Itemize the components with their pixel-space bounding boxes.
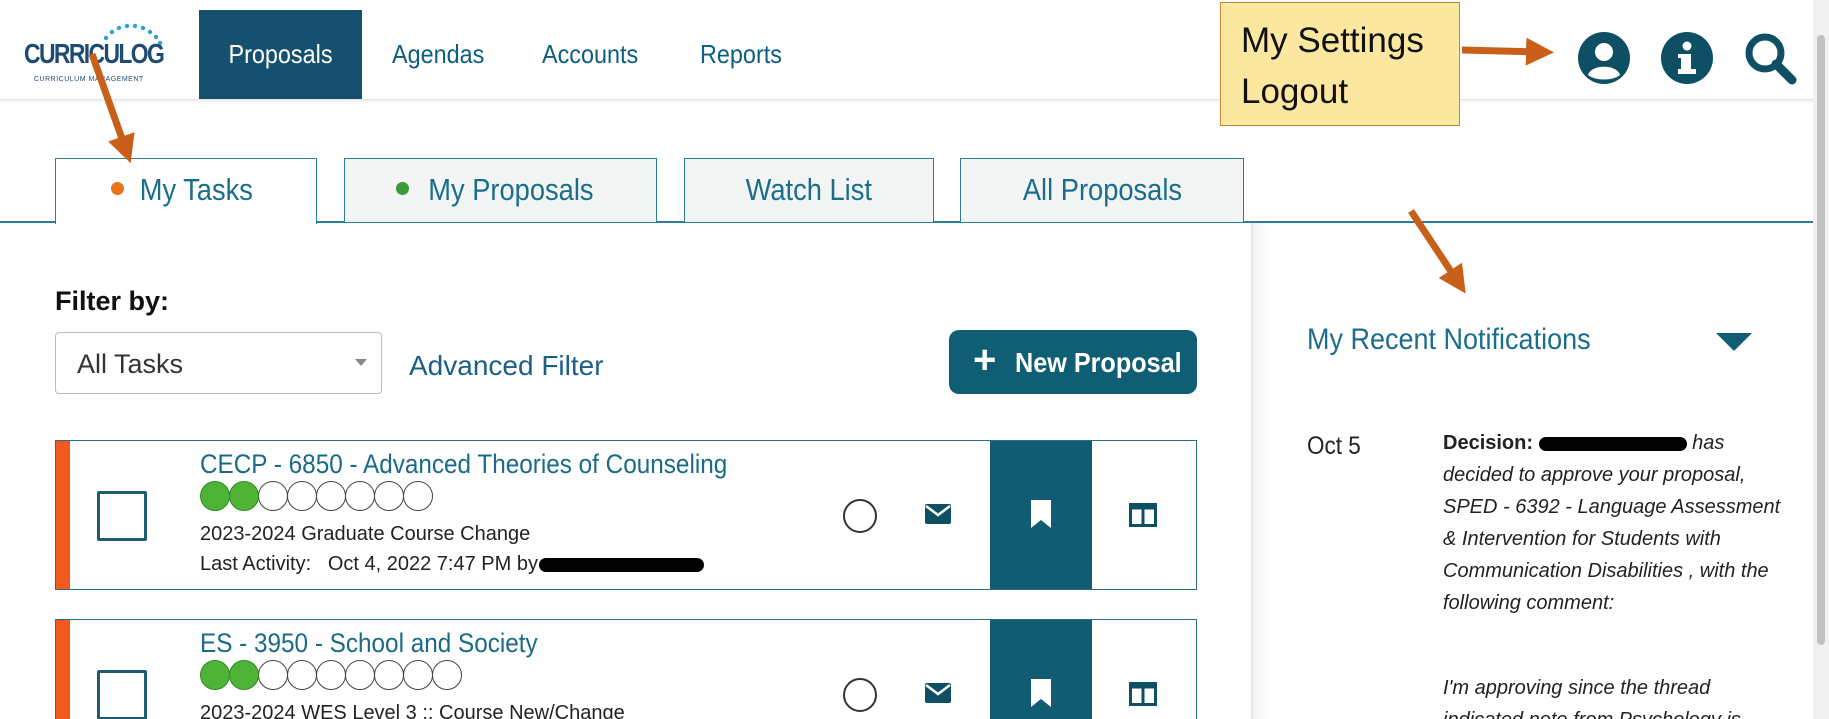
arrow-to-my-tasks	[88, 52, 135, 164]
annotation-arrows	[88, 37, 1554, 294]
app-frame: CURRICULOG CURRICULUM MANAGEMENT Proposa…	[0, 0, 1829, 719]
arrow-to-notifications	[1408, 209, 1466, 294]
arrow-to-settings-icon	[1461, 37, 1554, 66]
